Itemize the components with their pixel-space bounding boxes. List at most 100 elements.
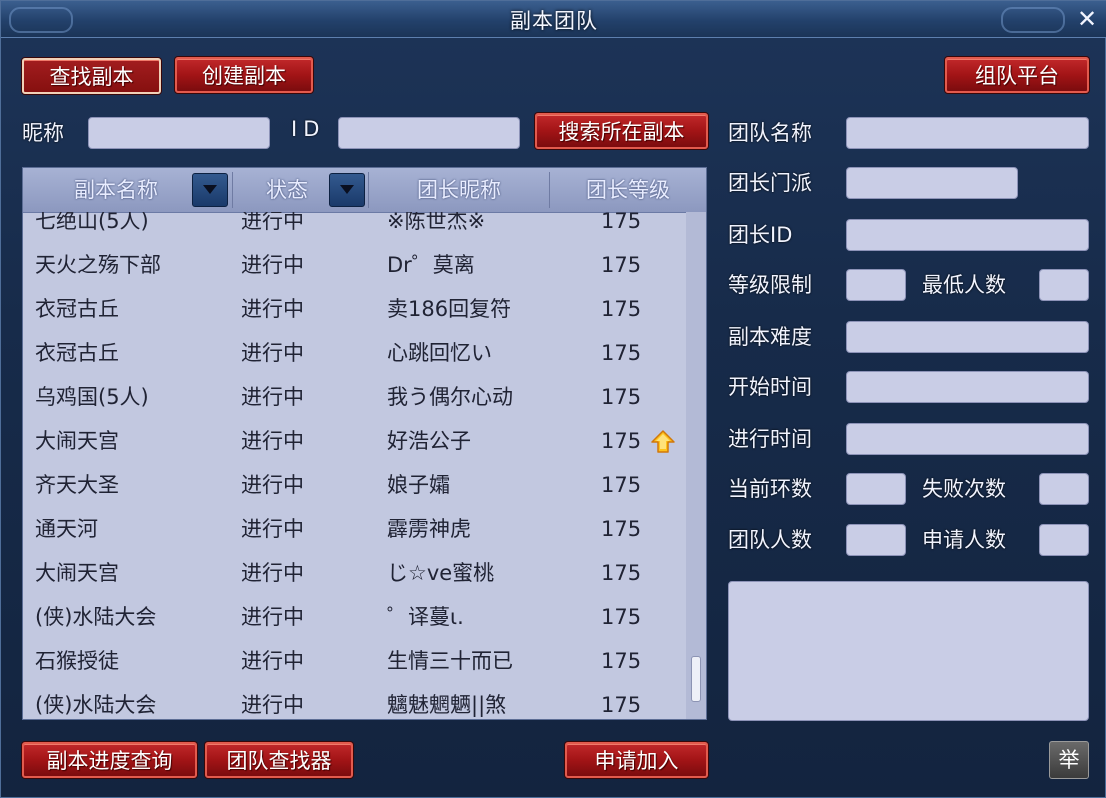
- applicants-field: [1039, 524, 1089, 556]
- column-header-leader[interactable]: 团长昵称: [369, 168, 549, 212]
- create-instance-tab[interactable]: 创建副本: [175, 57, 313, 93]
- applicants-label: 申请人数: [922, 528, 1006, 552]
- list-row[interactable]: (侠)水陆大会 进行中 ゜译蔓ι. 175: [23, 595, 686, 639]
- current-round-label: 当前环数: [728, 477, 812, 501]
- list-row[interactable]: 大闹天宫 进行中 好浩公子 175: [23, 419, 686, 463]
- instance-status: 进行中: [241, 605, 304, 629]
- instance-name: 石猴授徒: [35, 649, 119, 673]
- leader-level: 175: [601, 649, 642, 673]
- list-row[interactable]: 通天河 进行中 霹雳神虎 175: [23, 507, 686, 551]
- scrollbar-thumb[interactable]: [691, 656, 701, 702]
- instance-name: (侠)水陆大会: [35, 605, 157, 629]
- instance-status: 进行中: [241, 429, 304, 453]
- name-filter-dropdown[interactable]: [192, 173, 228, 207]
- instance-name: 七绝山(5人): [35, 212, 149, 233]
- column-header-name[interactable]: 副本名称: [23, 168, 209, 212]
- instance-status: 进行中: [241, 693, 304, 717]
- instance-status: 进行中: [241, 297, 304, 321]
- apply-join-button[interactable]: 申请加入: [565, 742, 708, 778]
- list-row[interactable]: (侠)水陆大会 进行中 魑魅魍魉||煞 175: [23, 683, 686, 719]
- list-row[interactable]: 乌鸡国(5人) 进行中 我う偶尔心动 175: [23, 375, 686, 419]
- instance-status: 进行中: [241, 341, 304, 365]
- id-input[interactable]: [338, 117, 520, 149]
- instance-status: 进行中: [241, 473, 304, 497]
- instance-name: (侠)水陆大会: [35, 693, 157, 717]
- up-arrow-icon: [651, 430, 675, 453]
- status-filter-dropdown[interactable]: [329, 173, 365, 207]
- instance-status: 进行中: [241, 212, 304, 233]
- leader-nickname: 好浩公子: [387, 429, 471, 453]
- elapsed-time-label: 进行时间: [728, 427, 812, 451]
- leader-nickname: ※陈世杰※: [387, 212, 486, 233]
- leader-level: 175: [601, 605, 642, 629]
- column-header-status[interactable]: 状态: [233, 168, 341, 212]
- elapsed-time-field: [846, 423, 1089, 455]
- list-header: 副本名称 状态 团长昵称 团长等级: [23, 168, 706, 213]
- instance-name: 齐天大圣: [35, 473, 119, 497]
- leader-nickname: 生情三十而已: [387, 649, 513, 673]
- min-members-label: 最低人数: [922, 273, 1006, 297]
- instance-team-window: 副本团队 ✕ 查找副本 创建副本 组队平台 昵称 ID 搜索所在副本 副本名称 …: [0, 0, 1106, 798]
- window-title: 副本团队: [510, 9, 598, 33]
- title-bar[interactable]: 副本团队 ✕: [1, 1, 1106, 38]
- search-instance-button[interactable]: 搜索所在副本: [535, 113, 708, 149]
- close-icon[interactable]: ✕: [1073, 5, 1101, 33]
- list-row[interactable]: 大闹天宫 进行中 じ☆ve蜜桃 175: [23, 551, 686, 595]
- leader-school-label: 团长门派: [728, 171, 812, 195]
- instance-status: 进行中: [241, 517, 304, 541]
- leader-level: 175: [601, 253, 642, 277]
- nickname-input[interactable]: [88, 117, 270, 149]
- report-button[interactable]: 举: [1049, 741, 1089, 779]
- progress-query-button[interactable]: 副本进度查询: [22, 742, 197, 778]
- instance-list: 副本名称 状态 团长昵称 团长等级 七绝山(5人) 进行中 ※陈世杰※ 175 …: [22, 167, 707, 720]
- leader-nickname: 心跳回忆い: [387, 341, 492, 365]
- list-row[interactable]: 齐天大圣 进行中 娘子孀 175: [23, 463, 686, 507]
- leader-level: 175: [601, 429, 642, 453]
- leader-level: 175: [601, 517, 642, 541]
- level-limit-label: 等级限制: [728, 273, 812, 297]
- list-scrollbar[interactable]: [686, 212, 706, 719]
- instance-status: 进行中: [241, 253, 304, 277]
- instance-status: 进行中: [241, 385, 304, 409]
- leader-level: 175: [601, 341, 642, 365]
- team-name-field: [846, 117, 1089, 149]
- list-row[interactable]: 天火之殇下部 进行中 Dr゜莫离 175: [23, 243, 686, 287]
- nickname-label: 昵称: [22, 121, 64, 145]
- team-platform-button[interactable]: 组队平台: [945, 57, 1089, 93]
- leader-level: 175: [601, 561, 642, 585]
- leader-school-field: [846, 167, 1018, 199]
- instance-name: 乌鸡国(5人): [35, 385, 149, 409]
- instance-name: 衣冠古丘: [35, 297, 119, 321]
- team-finder-button[interactable]: 团队查找器: [205, 742, 353, 778]
- leader-id-field: [846, 219, 1089, 251]
- list-row[interactable]: 七绝山(5人) 进行中 ※陈世杰※ 175: [23, 212, 686, 243]
- leader-level: 175: [601, 297, 642, 321]
- list-row[interactable]: 石猴授徒 进行中 生情三十而已 175: [23, 639, 686, 683]
- team-description-box: [728, 581, 1089, 721]
- leader-nickname: Dr゜莫离: [387, 253, 475, 277]
- leader-level: 175: [601, 473, 642, 497]
- instance-name: 通天河: [35, 517, 98, 541]
- fail-count-field: [1039, 473, 1089, 505]
- list-row[interactable]: 衣冠古丘 进行中 卖186回复符 175: [23, 287, 686, 331]
- team-size-field: [846, 524, 906, 556]
- difficulty-label: 副本难度: [728, 325, 812, 349]
- fail-count-label: 失败次数: [922, 477, 1006, 501]
- leader-level: 175: [601, 212, 642, 233]
- current-round-field: [846, 473, 906, 505]
- start-time-label: 开始时间: [728, 375, 812, 399]
- list-row[interactable]: 衣冠古丘 进行中 心跳回忆い 175: [23, 331, 686, 375]
- team-name-label: 团队名称: [728, 121, 812, 145]
- leader-nickname: 娘子孀: [387, 473, 450, 497]
- instance-name: 天火之殇下部: [35, 253, 161, 277]
- id-label: ID: [291, 117, 326, 141]
- column-header-level[interactable]: 团长等级: [550, 168, 706, 212]
- find-instance-tab[interactable]: 查找副本: [22, 58, 161, 94]
- instance-status: 进行中: [241, 649, 304, 673]
- difficulty-field: [846, 321, 1089, 353]
- leader-nickname: 霹雳神虎: [387, 517, 471, 541]
- team-size-label: 团队人数: [728, 528, 812, 552]
- leader-nickname: ゜译蔓ι.: [387, 605, 464, 629]
- leader-nickname: 我う偶尔心动: [387, 385, 513, 409]
- min-members-field: [1039, 269, 1089, 301]
